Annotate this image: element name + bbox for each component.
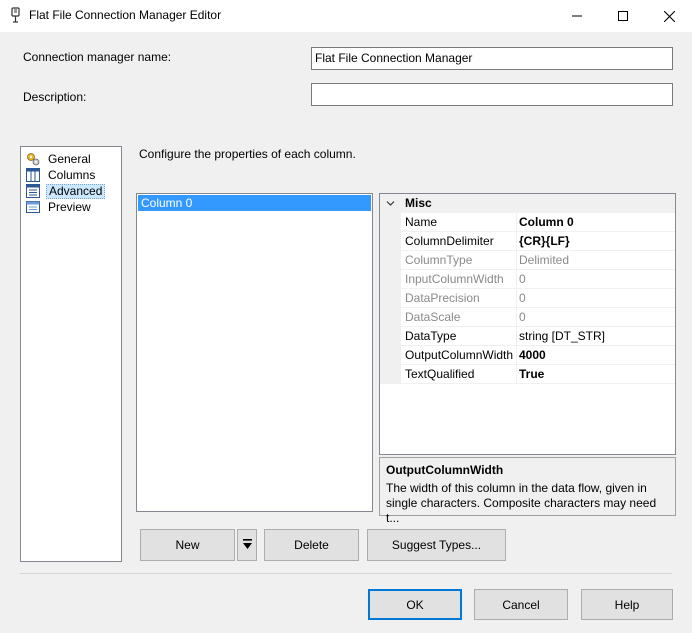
property-row-columndelimiter[interactable]: ColumnDelimiter {CR}{LF} bbox=[380, 232, 675, 251]
minimize-button[interactable] bbox=[554, 0, 600, 32]
description-title: OutputColumnWidth bbox=[386, 463, 504, 477]
property-value[interactable]: {CR}{LF} bbox=[519, 234, 570, 248]
property-grid[interactable]: Misc Name Column 0 ColumnDelimiter {CR}{… bbox=[379, 193, 676, 455]
property-name: DataType bbox=[405, 329, 457, 343]
advanced-icon bbox=[26, 184, 40, 198]
property-row-datatype[interactable]: DataType string [DT_STR] bbox=[380, 327, 675, 346]
general-icon bbox=[26, 152, 40, 166]
dropdown-arrow-icon bbox=[242, 539, 252, 549]
window-title: Flat File Connection Manager Editor bbox=[29, 8, 222, 22]
maximize-icon bbox=[618, 11, 628, 21]
nav-item-advanced[interactable]: Advanced bbox=[26, 183, 106, 199]
property-row-dataprecision[interactable]: DataPrecision 0 bbox=[380, 289, 675, 308]
description-input[interactable] bbox=[311, 83, 673, 106]
maximize-button[interactable] bbox=[600, 0, 646, 32]
close-button[interactable] bbox=[646, 0, 692, 32]
nav-item-label: General bbox=[48, 151, 91, 166]
property-name: OutputColumnWidth bbox=[405, 348, 514, 362]
property-row-datascale[interactable]: DataScale 0 bbox=[380, 308, 675, 327]
nav-item-columns[interactable]: Columns bbox=[26, 167, 97, 183]
column-list[interactable]: Column 0 bbox=[136, 193, 373, 512]
title-bar: Flat File Connection Manager Editor bbox=[0, 0, 692, 32]
property-row-name[interactable]: Name Column 0 bbox=[380, 213, 675, 232]
property-description-pane: OutputColumnWidth The width of this colu… bbox=[379, 457, 676, 525]
property-row-columntype[interactable]: ColumnType Delimited bbox=[380, 251, 675, 270]
property-name: ColumnType bbox=[405, 253, 473, 267]
property-value[interactable]: string [DT_STR] bbox=[519, 329, 605, 343]
new-button[interactable]: New bbox=[140, 529, 235, 561]
connection-name-label: Connection manager name: bbox=[23, 50, 172, 64]
property-row-textqualified[interactable]: TextQualified True bbox=[380, 365, 675, 384]
property-value: 0 bbox=[519, 272, 526, 286]
columns-icon bbox=[26, 168, 40, 182]
close-icon bbox=[663, 10, 675, 22]
connection-name-input[interactable]: Flat File Connection Manager bbox=[311, 47, 673, 70]
property-value: Delimited bbox=[519, 253, 570, 267]
property-name: InputColumnWidth bbox=[405, 272, 504, 286]
app-icon bbox=[9, 7, 23, 23]
list-item[interactable]: Column 0 bbox=[138, 195, 371, 211]
preview-icon bbox=[26, 200, 40, 214]
property-name: DataPrecision bbox=[405, 291, 480, 305]
description-text: The width of this column in the data flo… bbox=[386, 481, 657, 525]
property-value[interactable]: True bbox=[519, 367, 544, 381]
footer-divider bbox=[20, 573, 672, 574]
property-name: ColumnDelimiter bbox=[405, 234, 494, 248]
delete-button[interactable]: Delete bbox=[264, 529, 359, 561]
ok-button[interactable]: OK bbox=[368, 589, 462, 620]
cancel-button[interactable]: Cancel bbox=[474, 589, 568, 620]
property-row-inputcolumnwidth[interactable]: InputColumnWidth 0 bbox=[380, 270, 675, 289]
suggest-types-button[interactable]: Suggest Types... bbox=[367, 529, 506, 561]
nav-item-label: Preview bbox=[48, 199, 91, 214]
property-name: Name bbox=[405, 215, 438, 229]
property-row-outputcolumnwidth[interactable]: OutputColumnWidth 4000 bbox=[380, 346, 675, 365]
nav-item-general[interactable]: General bbox=[26, 151, 93, 167]
property-value[interactable]: Column 0 bbox=[519, 215, 574, 229]
page-navigation: General Columns Advanced Preview bbox=[20, 146, 122, 562]
nav-item-label: Columns bbox=[48, 167, 96, 182]
new-dropdown-button[interactable] bbox=[237, 529, 257, 561]
category-label: Misc bbox=[405, 196, 432, 210]
property-name: DataScale bbox=[405, 310, 461, 324]
property-value: 0 bbox=[519, 310, 526, 324]
nav-item-preview[interactable]: Preview bbox=[26, 199, 93, 215]
property-category-misc[interactable]: Misc bbox=[380, 194, 675, 213]
minimize-icon bbox=[572, 15, 582, 17]
description-label: Description: bbox=[23, 90, 87, 104]
property-value[interactable]: 4000 bbox=[519, 348, 546, 362]
help-button[interactable]: Help bbox=[581, 589, 673, 620]
property-value: 0 bbox=[519, 291, 526, 305]
nav-item-label: Advanced bbox=[46, 183, 106, 199]
property-name: TextQualified bbox=[405, 367, 475, 381]
collapse-chevron-icon[interactable] bbox=[386, 197, 395, 211]
instruction-text: Configure the properties of each column. bbox=[139, 147, 356, 161]
